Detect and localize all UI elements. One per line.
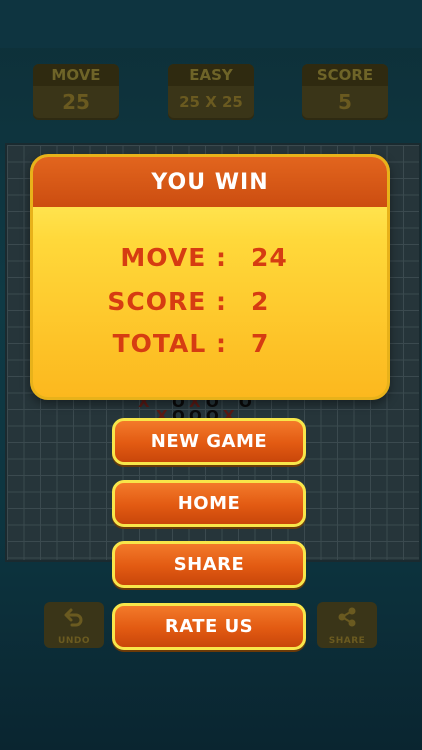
score-counter-value: 5 [338, 90, 352, 114]
share-toolbar-button[interactable]: SHARE [317, 602, 377, 648]
share-icon [317, 606, 377, 628]
score-counter: SCORE 5 [302, 64, 388, 120]
board-size-value: 25 X 25 [179, 93, 243, 111]
result-move-label: MOVE : [120, 243, 227, 272]
win-dialog: YOU WIN MOVE : 24 SCORE : 2 TOTAL : 7 [30, 154, 390, 400]
undo-label: UNDO [58, 636, 90, 646]
win-dialog-title: YOU WIN [33, 157, 387, 207]
result-score-label: SCORE : [107, 287, 227, 316]
rate-us-button[interactable]: RATE US [112, 603, 306, 650]
top-bar [0, 0, 422, 48]
move-counter-label: MOVE [33, 64, 119, 86]
new-game-button[interactable]: NEW GAME [112, 418, 306, 465]
difficulty-indicator: EASY 25 X 25 [168, 64, 254, 120]
result-total-value: 7 [251, 329, 270, 358]
move-counter-value: 25 [62, 90, 90, 114]
undo-button[interactable]: UNDO [44, 602, 104, 648]
share-toolbar-label: SHARE [328, 636, 366, 646]
result-move-value: 24 [251, 243, 288, 272]
score-counter-label: SCORE [302, 64, 388, 86]
difficulty-label: EASY [168, 64, 254, 86]
undo-arrow-icon [44, 606, 104, 628]
home-button[interactable]: HOME [112, 480, 306, 527]
result-score-value: 2 [251, 287, 270, 316]
move-counter: MOVE 25 [33, 64, 119, 120]
share-button[interactable]: SHARE [112, 541, 306, 588]
result-total-label: TOTAL : [112, 329, 227, 358]
